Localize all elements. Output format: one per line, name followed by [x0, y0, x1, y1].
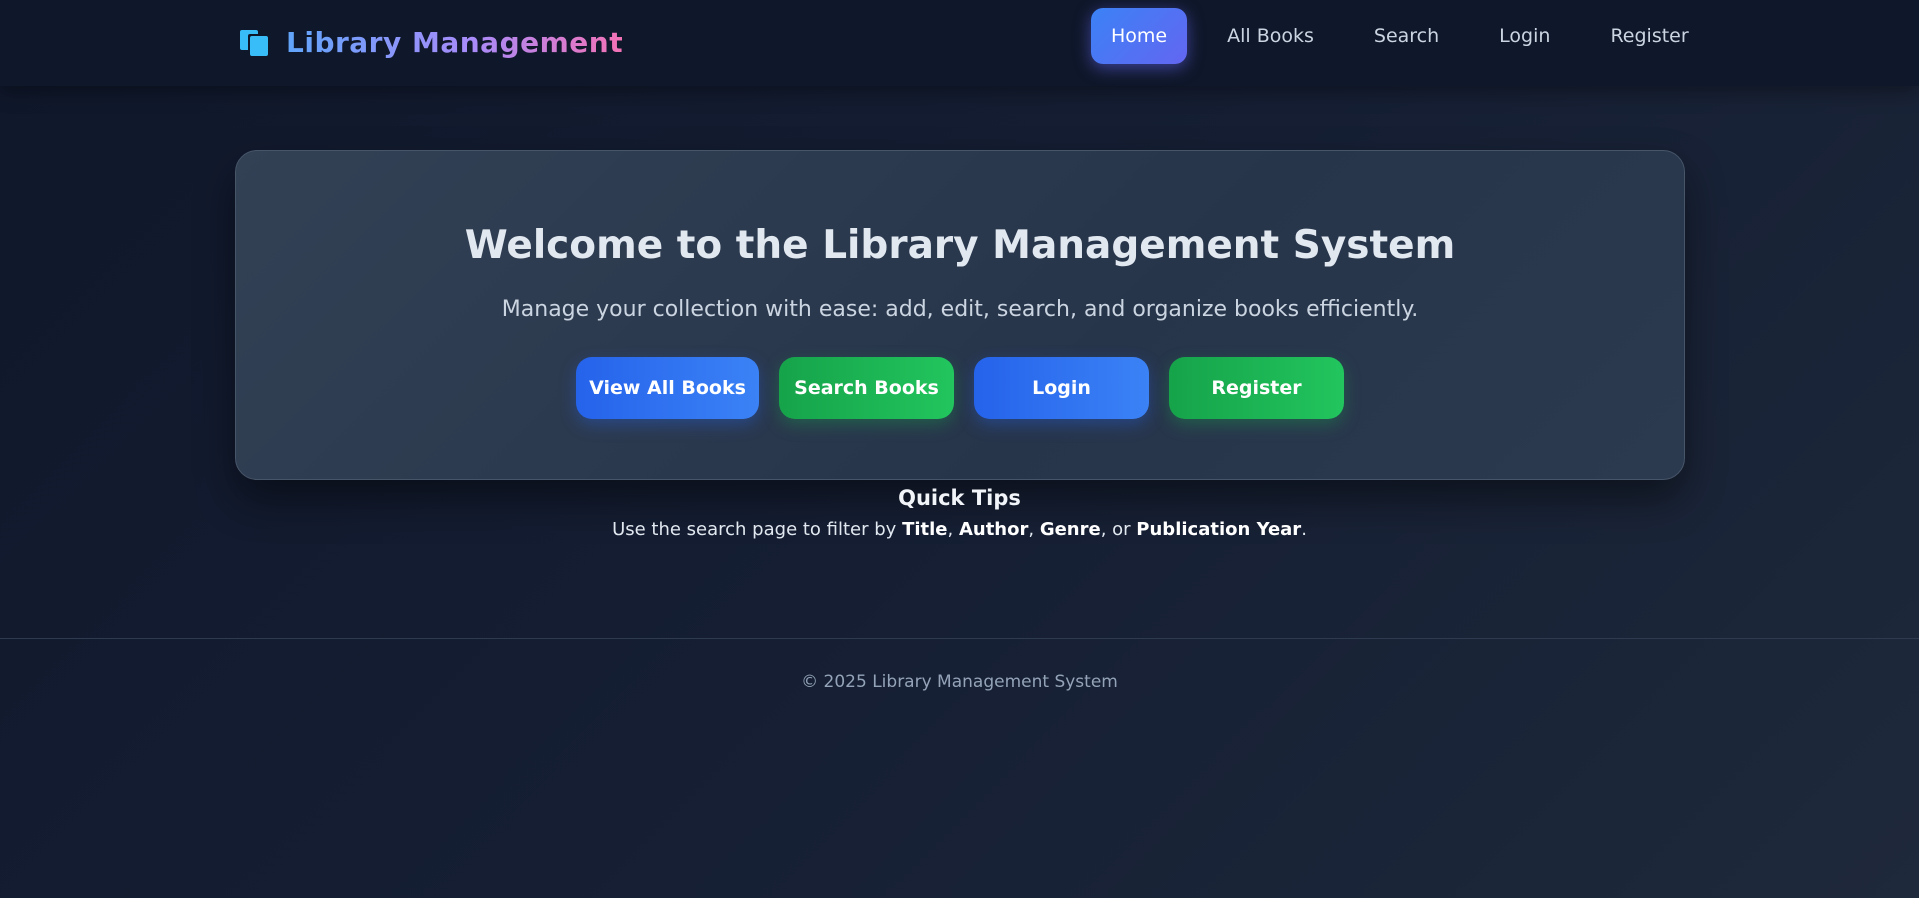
tip-field-author: Author — [958, 519, 1029, 540]
view-all-books-button[interactable]: View All Books — [576, 357, 759, 419]
search-books-button[interactable]: Search Books — [779, 357, 954, 419]
tips-suffix: . — [1301, 519, 1307, 540]
quick-tips: Quick Tips Use the search page to filter… — [0, 486, 1919, 540]
nav-link-home[interactable]: Home — [1091, 8, 1188, 64]
tip-field-title: Title — [902, 519, 948, 540]
footer: © 2025 Library Management System — [0, 672, 1919, 692]
hero-subtitle: Manage your collection with ease: add, e… — [501, 297, 1419, 322]
brand-logo[interactable]: Library Management — [240, 22, 623, 62]
hero-title: Welcome to the Library Management System — [464, 223, 1456, 268]
tips-separator: , or — [1100, 519, 1137, 540]
register-button[interactable]: Register — [1169, 357, 1344, 419]
nav-link-register[interactable]: Register — [1590, 8, 1708, 64]
footer-copyright: © 2025 Library Management System — [801, 672, 1118, 692]
tips-separator: , — [947, 519, 959, 540]
quick-tips-text: Use the search page to filter by Title , … — [0, 519, 1919, 540]
tips-separator: , — [1028, 519, 1040, 540]
tips-prefix: Use the search page to filter by — [612, 519, 903, 540]
hero-actions: View All Books Search Books Login Regist… — [236, 357, 1684, 419]
nav-link-all-books[interactable]: All Books — [1207, 8, 1334, 64]
books-icon — [240, 28, 272, 56]
navbar: Library Management Home All Books Search… — [0, 0, 1919, 86]
quick-tips-title: Quick Tips — [898, 486, 1021, 510]
brand-title: Library Management — [286, 25, 624, 59]
hero-card: Welcome to the Library Management System… — [235, 150, 1685, 480]
tip-field-genre: Genre — [1039, 519, 1101, 540]
nav-menu: Home All Books Search Login Register — [1091, 8, 1729, 64]
nav-link-search[interactable]: Search — [1354, 8, 1459, 64]
nav-link-login[interactable]: Login — [1479, 8, 1570, 64]
footer-divider — [0, 638, 1919, 639]
tip-field-publication-year: Publication Year — [1136, 519, 1302, 540]
login-button[interactable]: Login — [974, 357, 1149, 419]
